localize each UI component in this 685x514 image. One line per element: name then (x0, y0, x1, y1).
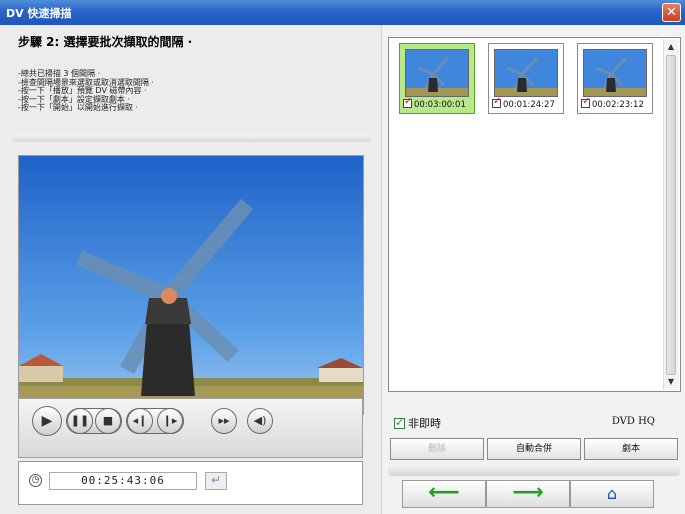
clock-icon: ◷ (29, 474, 42, 487)
divider-strip (388, 466, 680, 476)
scene-thumbnail[interactable]: 00:03:00:01 (399, 43, 475, 114)
non-realtime-option[interactable]: 非即時 (394, 415, 441, 431)
step-heading: 步驟 2: 選擇要批次擷取的間隔 · (18, 35, 193, 49)
home-icon: ⌂ (606, 484, 618, 503)
enter-timecode-button[interactable]: ↵ (205, 472, 227, 490)
left-pane: 步驟 2: 選擇要批次擷取的間隔 · -總共已掃描 3 個間隔 · -檢查間隔場… (0, 25, 381, 514)
next-button[interactable]: ⟶ (486, 480, 570, 508)
pause-button[interactable]: ❚❚ (67, 408, 93, 434)
scene-thumbnail-list: 00:03:00:01 00:01:24:27 (388, 37, 681, 392)
windmill-thumbnail-image (495, 50, 557, 96)
timecode-box: ◷ 00:25:43:06 ↵ (18, 461, 363, 505)
title-bar: DV 快速掃描 ✕ (0, 0, 685, 25)
instructions: -總共已掃描 3 個間隔 · -檢查間隔場景來選取或取消選取間隔 · -按一下「… (18, 69, 154, 113)
video-preview (19, 156, 363, 414)
next-frame-button[interactable]: ❙▸ (157, 408, 183, 434)
auto-merge-button[interactable]: 自動合併 (487, 438, 581, 460)
scene-thumbnail[interactable]: 00:02:23:12 (577, 43, 653, 114)
divider (12, 134, 372, 142)
preview-frame (18, 155, 364, 415)
thumbnail-image (494, 49, 558, 97)
action-buttons: 刪除 自動合併 劇本 (390, 438, 680, 460)
thumbnail-caption: 00:01:24:27 (492, 96, 555, 110)
timecode-field[interactable]: 00:25:43:06 (49, 472, 197, 490)
windmill-preview-image (19, 156, 363, 414)
volume-icon[interactable]: ◀) (247, 408, 273, 434)
capture-profile: DVD HQ (611, 416, 655, 427)
close-button[interactable]: ✕ (662, 3, 681, 22)
scene-checkbox[interactable] (492, 96, 501, 108)
scroll-up-icon[interactable]: ▲ (665, 41, 677, 53)
back-arrow-icon: ⟵ (428, 480, 460, 505)
scrollbar-thumb[interactable] (666, 55, 676, 375)
stop-button[interactable]: ■ (95, 408, 121, 434)
thumbnail-timecode: 00:01:24:27 (503, 100, 555, 110)
player-controls: ▶ ❚❚ ■ ◂❙ ❙▸ ▸▸ ◀) (18, 398, 363, 458)
script-button[interactable]: 劇本 (584, 438, 678, 460)
delete-button[interactable]: 刪除 (390, 438, 484, 460)
windmill-thumbnail-image (584, 50, 646, 96)
window-title: DV 快速掃描 (6, 7, 72, 20)
right-pane: 00:03:00:01 00:01:24:27 (381, 25, 685, 514)
vertical-scrollbar[interactable]: ▲ ▼ (663, 39, 679, 390)
scene-thumbnail[interactable]: 00:01:24:27 (488, 43, 564, 114)
scroll-down-icon[interactable]: ▼ (665, 376, 677, 388)
back-button[interactable]: ⟵ (402, 480, 486, 508)
fast-forward-button[interactable]: ▸▸ (211, 408, 237, 434)
thumbnail-caption: 00:02:23:12 (581, 96, 644, 110)
windmill-thumbnail-image (406, 50, 468, 96)
non-realtime-label: 非即時 (408, 417, 441, 430)
thumbnail-timecode: 00:02:23:12 (592, 100, 644, 110)
thumbnail-image (405, 49, 469, 97)
thumbnail-image (583, 49, 647, 97)
scene-checkbox[interactable] (581, 96, 590, 108)
play-button[interactable]: ▶ (32, 406, 62, 436)
scene-checkbox[interactable] (403, 96, 412, 108)
dv-quick-scan-window: DV 快速掃描 ✕ 步驟 2: 選擇要批次擷取的間隔 · -總共已掃描 3 個間… (0, 0, 685, 514)
instruction-line: -按一下「開始」以開始進行擷取 · (18, 103, 138, 112)
thumbnail-timecode: 00:03:00:01 (414, 100, 466, 110)
next-arrow-icon: ⟶ (512, 480, 544, 505)
thumbnail-caption: 00:03:00:01 (403, 96, 466, 110)
home-button[interactable]: ⌂ (570, 480, 654, 508)
previous-frame-button[interactable]: ◂❙ (127, 408, 153, 434)
navigation-buttons: ⟵ ⟶ ⌂ (402, 480, 654, 508)
non-realtime-checkbox[interactable] (394, 416, 405, 429)
